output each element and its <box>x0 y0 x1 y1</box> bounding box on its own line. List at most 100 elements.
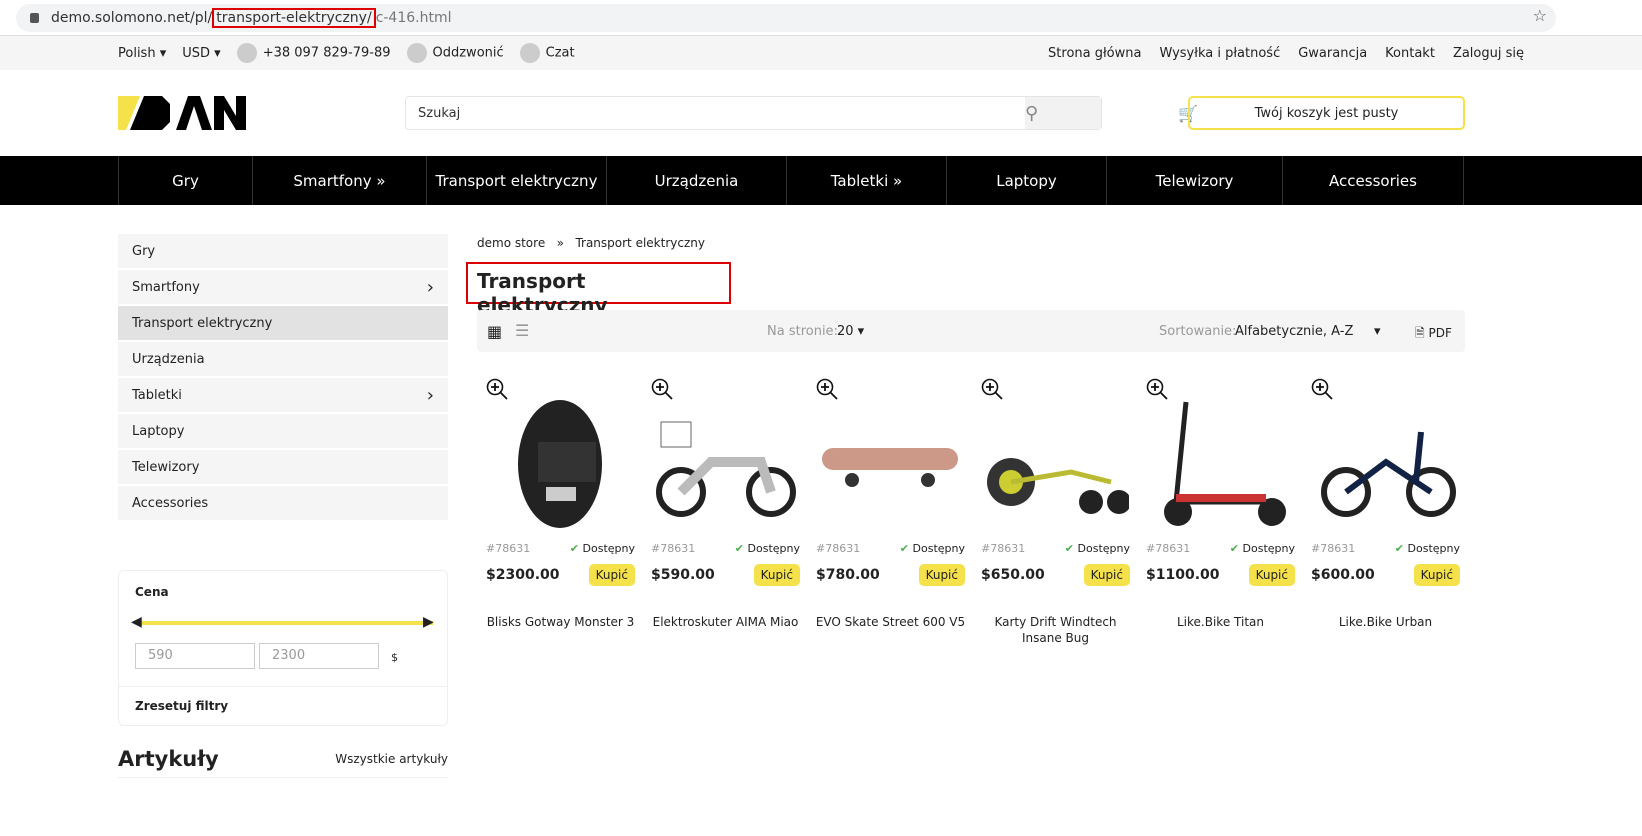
top-link[interactable]: Gwarancja <box>1298 46 1367 61</box>
bookmark-star-icon[interactable]: ☆ <box>1533 6 1547 25</box>
grid-view-icon[interactable]: ▦ <box>487 322 502 341</box>
sidebar-item[interactable]: Smartfony › <box>118 270 448 304</box>
search-icon: ⚲ <box>1025 102 1039 124</box>
sidebar-item-label: Urządzenia <box>132 351 205 367</box>
product-name[interactable]: EVO Skate Street 600 V5 <box>812 614 969 630</box>
pdf-button[interactable]: 🗎 PDF <box>1415 324 1452 345</box>
callback-link[interactable]: Oddzwonić <box>406 43 504 63</box>
sort-select[interactable]: Alfabetycznie, A-Z ▾ <box>1235 324 1381 339</box>
url-prefix: demo.solomono.net/pl/ <box>51 10 213 26</box>
product-image[interactable] <box>1311 392 1459 532</box>
price-slider[interactable] <box>137 621 433 625</box>
zoom-in-icon[interactable] <box>486 378 508 400</box>
product-sku: #78631 <box>816 542 861 555</box>
browser-address-bar: demo.solomono.net/pl/transport-elektrycz… <box>0 0 1642 36</box>
nav-item[interactable]: Transport elektryczny <box>426 156 606 205</box>
chat-link[interactable]: Czat <box>519 43 575 63</box>
product-name[interactable]: Like.Bike Urban <box>1307 614 1464 630</box>
slider-min-handle[interactable]: ◀ <box>131 614 142 630</box>
product-price: $780.00 <box>816 567 880 583</box>
currency-unit: $ <box>391 651 398 664</box>
buy-button[interactable]: Kupić <box>588 564 635 586</box>
product-image[interactable] <box>981 392 1129 532</box>
product-name[interactable]: Like.Bike Titan <box>1142 614 1299 630</box>
sidebar-item[interactable]: Laptopy <box>118 414 448 448</box>
breadcrumb-home[interactable]: demo store <box>477 236 545 250</box>
product-sku: #78631 <box>651 542 696 555</box>
slider-max-handle[interactable]: ▶ <box>423 614 434 630</box>
nav-item[interactable]: Urządzenia <box>606 156 786 205</box>
nav-item[interactable]: Gry <box>118 156 252 205</box>
zoom-in-icon[interactable] <box>981 378 1003 400</box>
all-articles-link[interactable]: Wszystkie artykuły <box>335 752 448 766</box>
availability: ✔ Dostępny <box>1394 542 1460 555</box>
listing-toolbar: ▦ ☰ Na stronie: 20 ▾ Sortowanie: Alfabet… <box>477 310 1465 352</box>
nav-item[interactable]: Smartfony » <box>252 156 426 205</box>
sidebar-item-label: Tabletki <box>132 387 182 403</box>
url-field[interactable]: demo.solomono.net/pl/transport-elektrycz… <box>16 4 1556 32</box>
buy-button[interactable]: Kupić <box>918 564 965 586</box>
search-button[interactable]: ⚲ <box>1025 97 1101 129</box>
zoom-in-icon[interactable] <box>651 378 673 400</box>
product-image[interactable] <box>1146 392 1294 532</box>
list-view-icon[interactable]: ☰ <box>515 321 529 340</box>
top-link[interactable]: Wysyłka i płatność <box>1159 46 1280 61</box>
price-max-input[interactable]: 2300 <box>259 643 379 669</box>
cart-button[interactable]: Twój koszyk jest pusty <box>1188 96 1465 130</box>
check-icon: ✔ <box>899 542 910 555</box>
price-filter: Cena ◀ ▶ 590 2300 $ Zresetuj filtry <box>118 570 448 726</box>
buy-button[interactable]: Kupić <box>1248 564 1295 586</box>
phone-link[interactable]: +38 097 829-79-89 <box>236 43 391 63</box>
zoom-in-icon[interactable] <box>1146 378 1168 400</box>
top-bar: Polish ▾ USD ▾ +38 097 829-79-89 Oddzwon… <box>0 36 1642 70</box>
product-image[interactable] <box>486 392 634 532</box>
chat-icon <box>519 43 540 63</box>
zoom-in-icon[interactable] <box>1311 378 1333 400</box>
product-name[interactable]: Blisks Gotway Monster 3 <box>482 614 639 630</box>
breadcrumb-current: Transport elektryczny <box>575 236 705 250</box>
sidebar-item-label: Laptopy <box>132 423 185 439</box>
zoom-in-icon[interactable] <box>816 378 838 400</box>
per-page-label: Na stronie: <box>767 324 838 339</box>
search-input[interactable]: Szukaj ⚲ <box>405 96 1102 130</box>
product-name[interactable]: Elektroskuter AIMA Miao <box>647 614 804 630</box>
sidebar-item[interactable]: Transport elektryczny <box>118 306 448 340</box>
product-grid: #78631 ✔ Dostępny $2300.00 Kupić Blisks Gotw… <box>478 372 1468 652</box>
top-link[interactable]: Kontakt <box>1385 46 1435 61</box>
product-card: #78631 ✔ Dostępny $2300.00 Kupić Blisks Gotw… <box>478 372 643 652</box>
product-image[interactable] <box>651 392 799 532</box>
buy-button[interactable]: Kupić <box>753 564 800 586</box>
currency-select[interactable]: USD ▾ <box>182 46 220 61</box>
sidebar-item-label: Gry <box>132 243 156 259</box>
sidebar-item[interactable]: Accessories <box>118 486 448 520</box>
sidebar-item[interactable]: Telewizory <box>118 450 448 484</box>
product-name[interactable]: Karty Drift Windtech Insane Bug <box>977 614 1134 646</box>
reset-filters-button[interactable]: Zresetuj filtry <box>135 699 228 713</box>
nav-item[interactable]: Tabletki » <box>786 156 946 205</box>
per-page-select[interactable]: 20 ▾ <box>837 324 864 339</box>
price-min-input[interactable]: 590 <box>135 643 255 669</box>
availability: ✔ Dostępny <box>569 542 635 555</box>
articles-title: Artykuły <box>118 746 219 771</box>
sidebar-item-label: Transport elektryczny <box>132 315 273 331</box>
sidebar-item[interactable]: Gry <box>118 234 448 268</box>
product-price: $600.00 <box>1311 567 1375 583</box>
check-icon: ✔ <box>1394 542 1405 555</box>
page-title: Transport elektryczny <box>466 262 731 317</box>
nav-item[interactable]: Telewizory <box>1106 156 1282 205</box>
nav-item[interactable]: Accessories <box>1282 156 1464 205</box>
sidebar-item[interactable]: Tabletki › <box>118 378 448 412</box>
language-select[interactable]: Polish ▾ <box>118 46 166 61</box>
product-image[interactable] <box>816 392 964 532</box>
sidebar-item[interactable]: Urządzenia <box>118 342 448 376</box>
top-link[interactable]: Zaloguj się <box>1453 46 1524 61</box>
buy-button[interactable]: Kupić <box>1413 564 1460 586</box>
url-suffix: c-416.html <box>375 10 452 26</box>
buy-button[interactable]: Kupić <box>1083 564 1130 586</box>
nav-item[interactable]: Laptopy <box>946 156 1106 205</box>
top-link[interactable]: Strona główna <box>1048 46 1141 61</box>
logo[interactable] <box>118 96 246 130</box>
product-card: #78631 ✔ Dostępny $1100.00 Kupić Like.Bike T… <box>1138 372 1303 652</box>
lock-icon <box>30 13 39 23</box>
sidebar-item-label: Accessories <box>132 495 209 511</box>
